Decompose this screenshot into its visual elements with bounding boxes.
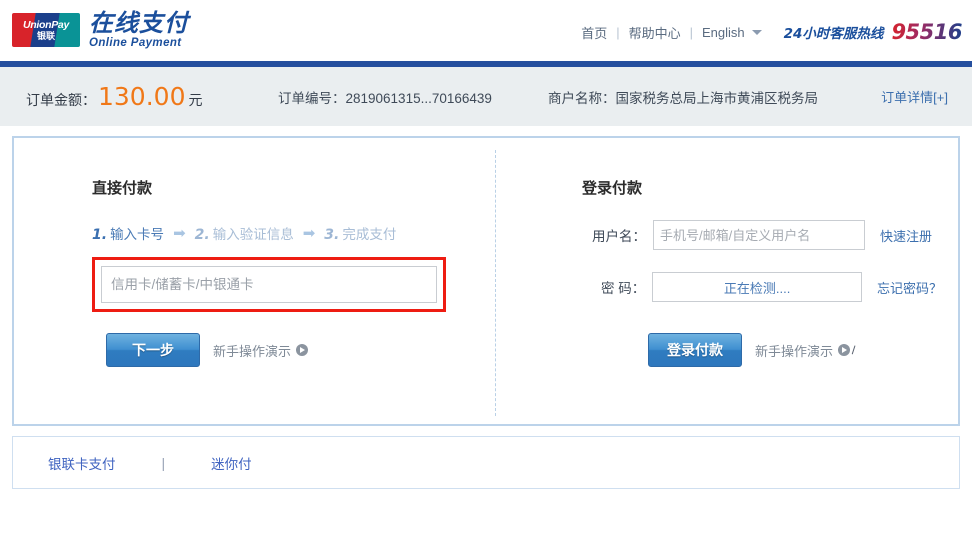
login-payment-title: 登录付款 [582, 179, 643, 197]
payment-method-footer: 银联卡支付 | 迷你付 [12, 436, 960, 489]
payment-steps: 1. 输入卡号 ➡ 2. 输入验证信息 ➡ 3. 完成支付 [92, 223, 472, 244]
step-arrow-1-icon: ➡ [173, 224, 186, 242]
panel-divider [495, 150, 496, 416]
direct-payment-section: 直接付款 1. 输入卡号 ➡ 2. 输入验证信息 ➡ 3. 完成支付 下一步 新… [92, 138, 472, 367]
step-3-number: 3. [324, 227, 340, 243]
unionpay-mark-icon: UnionPay 银联 [12, 13, 80, 48]
step-1-number: 1. [92, 227, 108, 243]
order-amount: 订单金额： 130.00 元 [26, 82, 202, 111]
logo-brand-en: Online Payment [89, 37, 182, 49]
forgot-password-link[interactable]: 忘记密码？ [877, 278, 942, 297]
password-input[interactable] [652, 272, 862, 302]
top-navigation: 首页 | 帮助中心 | English 24小时客服热线 95516 [581, 20, 962, 44]
hotline-label: 24小时客服热线 [783, 26, 884, 42]
login-pay-button[interactable]: 登录付款 [648, 333, 742, 367]
quick-register-link[interactable]: 快速注册 [880, 226, 932, 245]
step-2-number: 2. [194, 227, 210, 243]
footer-separator: | [161, 454, 166, 471]
login-payment-actions: 登录付款 新手操作演示 [648, 333, 860, 367]
login-payment-section: 登录付款 用户名： 快速注册 密 码： 忘记密码？ 登录付款 新手操作演示 [582, 138, 942, 367]
page-header: UnionPay 银联 在线支付 Online Payment 首页 | 帮助中… [0, 0, 972, 61]
next-step-button[interactable]: 下一步 [106, 333, 200, 367]
hotline-number: 95516 [891, 20, 962, 44]
order-summary-bar: 订单金额： 130.00 元 订单编号：2819061315...7016643… [0, 67, 972, 126]
logo-mark-text: UnionPay 银联 [12, 13, 80, 47]
card-number-input[interactable] [101, 266, 437, 303]
nav-help-center-link[interactable]: 帮助中心 [629, 23, 681, 42]
direct-demo-label: 新手操作演示 [213, 343, 292, 359]
step-2-label: 输入验证信息 [212, 227, 294, 242]
direct-payment-actions: 下一步 新手操作演示 [106, 333, 309, 367]
nav-separator-1: | [616, 24, 620, 40]
mouse-cursor-icon [851, 344, 860, 356]
login-demo-label: 新手操作演示 [755, 343, 834, 359]
order-amount-value: 130.00 [98, 82, 186, 111]
step-3: 3. 完成支付 [324, 223, 396, 243]
merchant-name: 商户名称：国家税务总局上海市黄浦区税务局 [548, 90, 818, 106]
step-2: 2. 输入验证信息 [195, 223, 294, 243]
step-1-label: 输入卡号 [110, 227, 165, 242]
order-amount-label: 订单金额： [26, 92, 96, 108]
password-label: 密 码： [601, 281, 646, 296]
password-row: 密 码： 忘记密码？ [582, 272, 942, 302]
login-demo-link[interactable]: 新手操作演示 [755, 341, 860, 360]
username-label: 用户名： [592, 229, 646, 244]
order-amount-unit: 元 [188, 92, 203, 108]
nav-home-link[interactable]: 首页 [581, 23, 607, 42]
unionpay-logo[interactable]: UnionPay 银联 在线支付 Online Payment [12, 11, 189, 50]
logo-mark-line2: 银联 [36, 30, 55, 41]
direct-payment-title: 直接付款 [92, 179, 153, 197]
logo-brand-cn: 在线支付 [89, 9, 189, 37]
order-detail-link[interactable]: 订单详情[+] [881, 87, 948, 106]
chevron-down-icon[interactable] [751, 29, 762, 35]
logo-mark-line1: UnionPay [22, 19, 70, 31]
play-icon [296, 344, 309, 356]
order-number: 订单编号：2819061315...70166439 [278, 90, 492, 106]
payment-panel: 直接付款 1. 输入卡号 ➡ 2. 输入验证信息 ➡ 3. 完成支付 下一步 新… [12, 136, 960, 426]
step-1: 1. 输入卡号 [92, 223, 164, 243]
nav-language-select[interactable]: English [702, 25, 745, 40]
username-input[interactable] [653, 220, 865, 250]
footer-tab-unionpay-card[interactable]: 银联卡支付 [48, 453, 116, 473]
step-3-label: 完成支付 [342, 227, 397, 242]
logo-wordmark: 在线支付 Online Payment [89, 11, 189, 50]
direct-demo-link[interactable]: 新手操作演示 [213, 341, 309, 360]
step-arrow-2-icon: ➡ [302, 224, 316, 242]
nav-separator-2: | [689, 24, 693, 40]
footer-tab-minipay[interactable]: 迷你付 [211, 453, 252, 473]
play-icon [838, 344, 851, 356]
username-row: 用户名： 快速注册 [582, 220, 942, 250]
